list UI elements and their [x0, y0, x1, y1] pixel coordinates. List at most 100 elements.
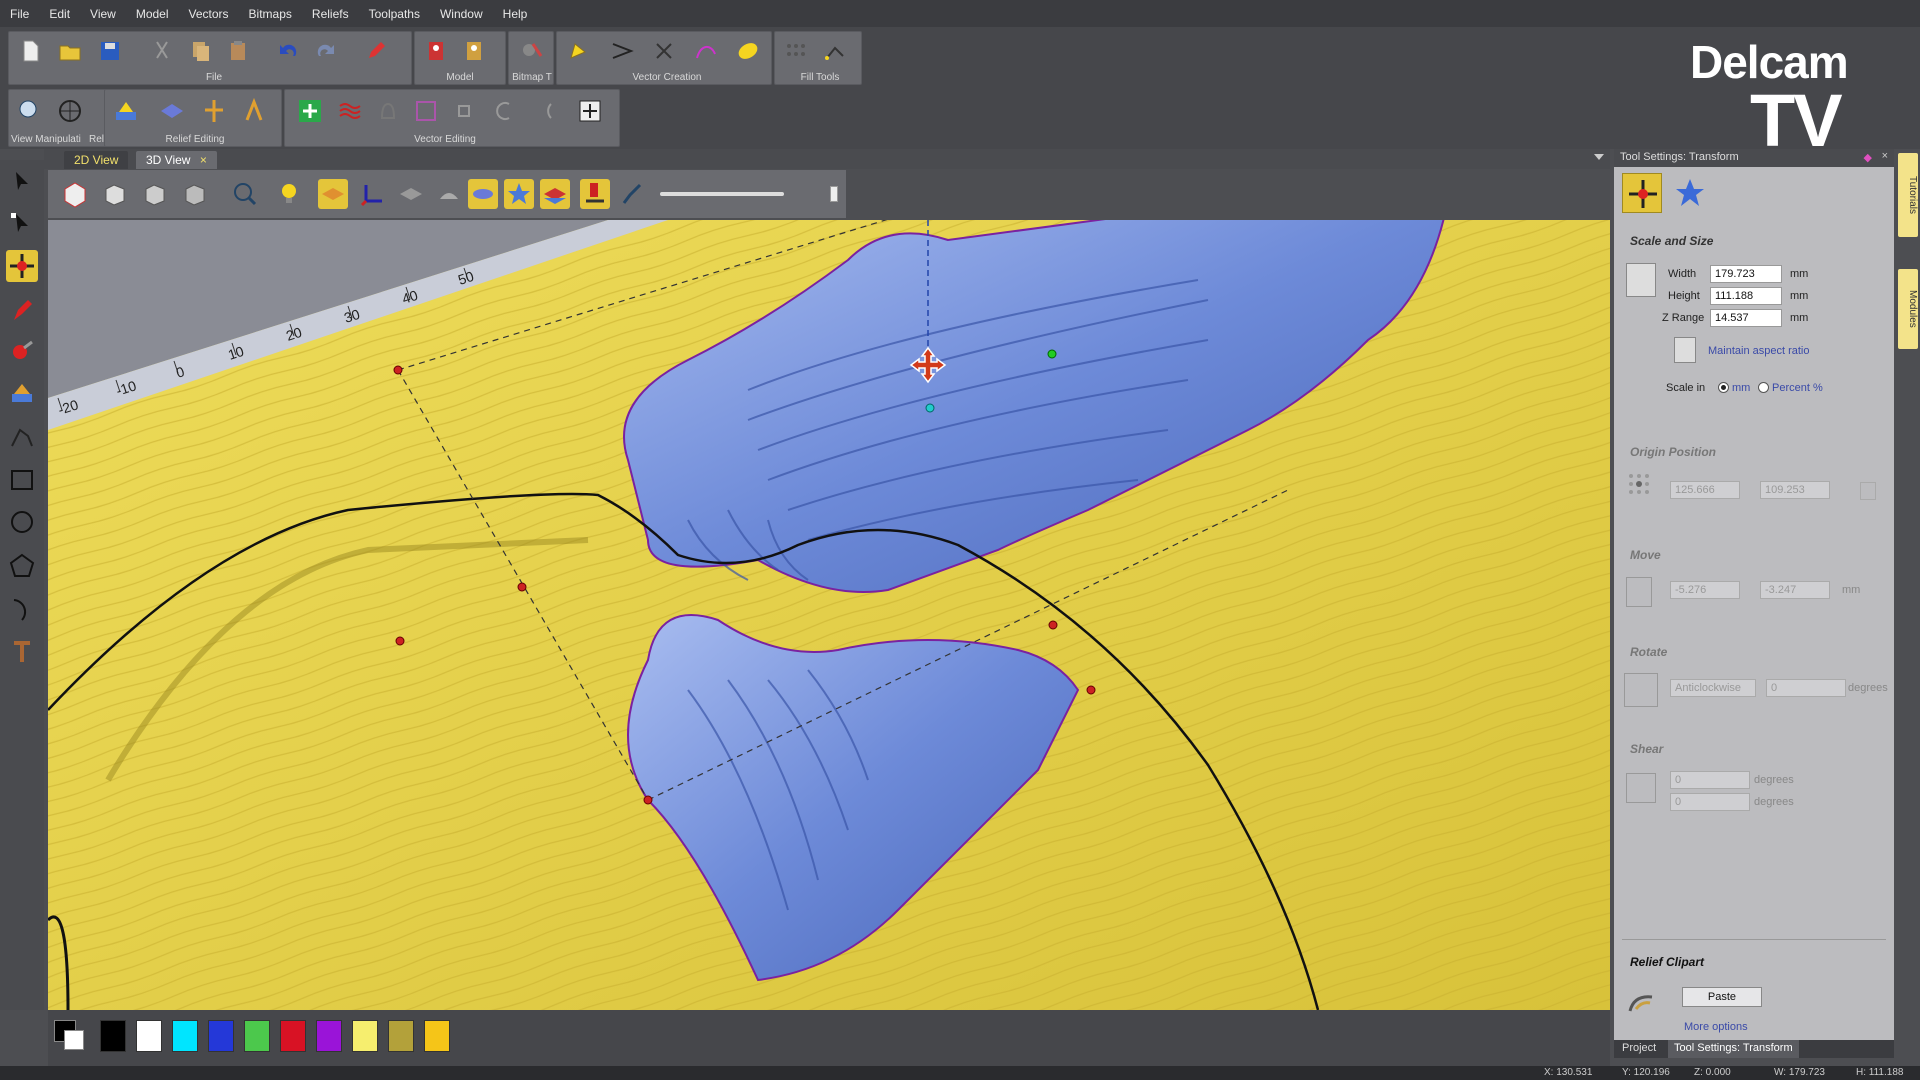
origin-x-field[interactable]: 125.666 — [1670, 481, 1740, 499]
edit-pencil-icon[interactable] — [361, 36, 391, 66]
rotate-direction-select[interactable]: Anticlockwise — [1670, 679, 1756, 697]
zoom-icon[interactable] — [230, 179, 260, 209]
shaded-icon[interactable] — [396, 179, 426, 209]
height-field[interactable]: 111.188 — [1710, 287, 1782, 305]
pen-tool-icon[interactable] — [6, 294, 38, 326]
3d-viewport[interactable]: -20 -10 0 10 20 30 40 50 — [48, 220, 1610, 1010]
transform-mode-icon[interactable] — [1622, 173, 1662, 213]
transform-handle[interactable] — [1048, 620, 1058, 630]
fill-path-icon[interactable] — [821, 36, 851, 66]
light-bulb-icon[interactable] — [274, 179, 304, 209]
palette-swatch-black[interactable] — [100, 1020, 126, 1052]
vector-arc-icon[interactable] — [529, 96, 559, 126]
palette-swatch-cyan[interactable] — [172, 1020, 198, 1052]
select-arrow-icon[interactable] — [6, 166, 38, 198]
vector-group-icon[interactable] — [411, 96, 441, 126]
origin-pick-icon[interactable] — [1860, 482, 1876, 500]
palette-swatch-light-yellow[interactable] — [352, 1020, 378, 1052]
tab-2d-view[interactable]: 2D View — [64, 151, 129, 169]
menu-vectors[interactable]: Vectors — [189, 7, 229, 21]
palette-swatch-purple[interactable] — [316, 1020, 342, 1052]
pin-icon[interactable]: ◆ — [1864, 151, 1872, 164]
layer-display-icon[interactable] — [540, 179, 570, 209]
vector-join-icon[interactable] — [451, 96, 481, 126]
palette-swatch-red[interactable] — [280, 1020, 306, 1052]
model-properties-icon[interactable] — [459, 36, 489, 66]
wireframe-icon[interactable] — [434, 179, 464, 209]
aspect-lock-icon[interactable] — [1674, 337, 1696, 363]
shear-x-field[interactable]: 0 — [1670, 771, 1750, 789]
menu-edit[interactable]: Edit — [49, 7, 70, 21]
save-icon[interactable] — [95, 36, 125, 66]
menu-reliefs[interactable]: Reliefs — [312, 7, 349, 21]
globe-view-icon[interactable] — [55, 96, 85, 126]
model-size-icon[interactable] — [421, 36, 451, 66]
scale-mm-radio[interactable] — [1718, 382, 1729, 393]
relief-layer-icon[interactable] — [318, 179, 348, 209]
width-field[interactable]: 179.723 — [1710, 265, 1782, 283]
vector-wave-icon[interactable] — [335, 96, 365, 126]
tab-modules[interactable]: Modules — [1898, 269, 1918, 349]
top-view-icon[interactable] — [180, 179, 210, 209]
scale-lock-icon[interactable] — [1626, 263, 1656, 297]
scale-percent-radio[interactable] — [1758, 382, 1769, 393]
palette-swatch-white[interactable] — [136, 1020, 162, 1052]
zrange-field[interactable]: 14.537 — [1710, 309, 1782, 327]
palette-swatch-olive[interactable] — [388, 1020, 414, 1052]
front-view-icon[interactable] — [100, 179, 130, 209]
tab-tool-settings[interactable]: Tool Settings: Transform — [1668, 1040, 1799, 1058]
menu-model[interactable]: Model — [136, 7, 169, 21]
rectangle-tool-icon[interactable] — [6, 464, 38, 496]
undo-icon[interactable] — [273, 36, 303, 66]
text-tool-icon[interactable] — [6, 636, 38, 668]
close-panel-icon[interactable]: × — [1882, 150, 1888, 162]
palette-swatch-yellow[interactable] — [424, 1020, 450, 1052]
polygon-tool-icon[interactable] — [6, 550, 38, 582]
ellipse-vector-icon[interactable] — [733, 36, 763, 66]
more-options-link[interactable]: More options — [1684, 1021, 1748, 1033]
relief-wizard-icon[interactable] — [6, 378, 38, 410]
toolpath-display-icon[interactable] — [580, 179, 610, 209]
rotate-angle-field[interactable]: 0 — [1766, 679, 1846, 697]
maintain-aspect-link[interactable]: Maintain aspect ratio — [1708, 345, 1810, 357]
menu-bitmaps[interactable]: Bitmaps — [249, 7, 292, 21]
tab-project[interactable]: Project — [1622, 1042, 1656, 1054]
origin-y-field[interactable]: 109.253 — [1760, 481, 1830, 499]
relief-create-icon[interactable] — [111, 96, 141, 126]
axes-icon[interactable] — [358, 179, 388, 209]
transform-handle[interactable] — [517, 582, 527, 592]
vector-close-icon[interactable] — [489, 96, 519, 126]
open-folder-icon[interactable] — [55, 36, 85, 66]
vector-add-icon[interactable] — [295, 96, 325, 126]
rotation-handle[interactable] — [1047, 349, 1057, 359]
fill-dots-icon[interactable] — [781, 36, 811, 66]
relief-sculpt-icon[interactable] — [199, 96, 229, 126]
vector-bell-icon[interactable] — [373, 96, 403, 126]
cut-icon[interactable] — [147, 36, 177, 66]
palette-swatch-green[interactable] — [244, 1020, 270, 1052]
tab-tutorials[interactable]: Tutorials — [1898, 153, 1918, 237]
transform-move-icon[interactable] — [6, 250, 38, 282]
transparency-slider-handle[interactable] — [830, 186, 838, 202]
copy-icon[interactable] — [185, 36, 215, 66]
redo-icon[interactable] — [311, 36, 341, 66]
menu-file[interactable]: File — [10, 7, 29, 21]
palette-swatch-blue[interactable] — [208, 1020, 234, 1052]
circle-tool-icon[interactable] — [6, 506, 38, 538]
vector-star-icon[interactable] — [563, 36, 593, 66]
transform-tool-icon[interactable] — [575, 96, 605, 126]
relief-scene[interactable]: -20 -10 0 10 20 30 40 50 — [48, 220, 1610, 1010]
node-select-icon[interactable] — [6, 208, 38, 240]
bezier-icon[interactable] — [691, 36, 721, 66]
pivot-handle[interactable] — [925, 403, 935, 413]
zoom-view-icon[interactable] — [15, 96, 45, 126]
vector-display-icon[interactable] — [468, 179, 498, 209]
bitmap-tool-icon[interactable] — [517, 36, 547, 66]
new-file-icon[interactable] — [15, 36, 45, 66]
star-display-icon[interactable] — [504, 179, 534, 209]
iso-view-icon[interactable] — [60, 179, 90, 209]
paste-icon[interactable] — [223, 36, 253, 66]
polyline-icon[interactable] — [607, 36, 637, 66]
paint-tool-icon[interactable] — [6, 336, 38, 368]
relief-plane-icon[interactable] — [157, 96, 187, 126]
